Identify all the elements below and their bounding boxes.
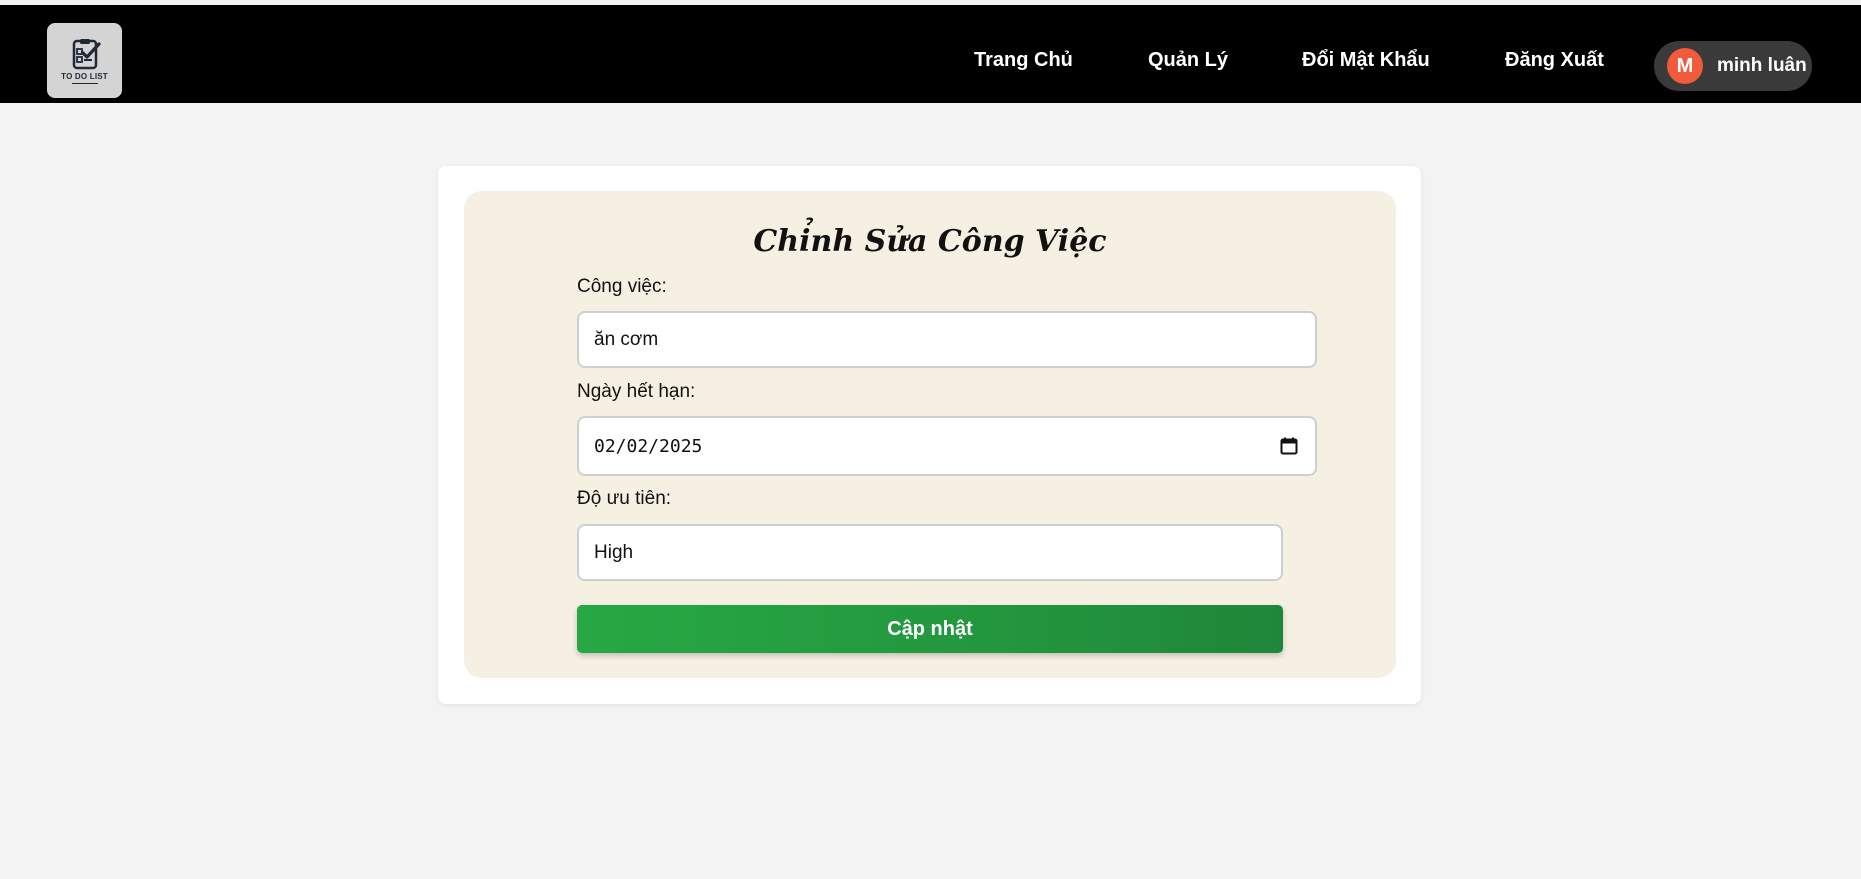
nav-item-home[interactable]: Trang Chủ: [974, 48, 1073, 72]
priority-label: Độ ưu tiên:: [577, 488, 672, 509]
app-logo[interactable]: TO DO LIST: [47, 23, 122, 98]
nav-item-change-password[interactable]: Đổi Mật Khẩu: [1302, 48, 1430, 72]
due-date-value: 02/02/2025: [594, 435, 703, 457]
nav-item-manage[interactable]: Quản Lý: [1148, 48, 1228, 72]
priority-input-value: High: [594, 541, 634, 563]
nav-item-logout[interactable]: Đăng Xuất: [1505, 48, 1604, 72]
task-input-value: ăn cơm: [594, 328, 659, 350]
priority-input[interactable]: High: [577, 524, 1283, 581]
logo-text: TO DO LIST: [61, 71, 108, 81]
logo-underline: [71, 82, 98, 84]
task-input[interactable]: ăn cơm: [577, 311, 1317, 368]
user-name: minh luân: [1717, 55, 1807, 76]
navbar: TO DO LIST Trang Chủ Quản Lý Đổi Mật Khẩ…: [0, 5, 1861, 103]
due-date-input[interactable]: 02/02/2025: [577, 416, 1317, 476]
task-label: Công việc:: [577, 276, 667, 297]
avatar: M: [1667, 48, 1703, 84]
page-title: Chỉnh Sửa Công Việc: [753, 224, 1107, 259]
update-button[interactable]: Cập nhật: [577, 605, 1283, 653]
user-menu[interactable]: M minh luân: [1654, 41, 1812, 91]
calendar-icon[interactable]: [1280, 437, 1298, 455]
checklist-icon: [72, 38, 101, 69]
due-date-label: Ngày hết hạn:: [577, 381, 696, 402]
